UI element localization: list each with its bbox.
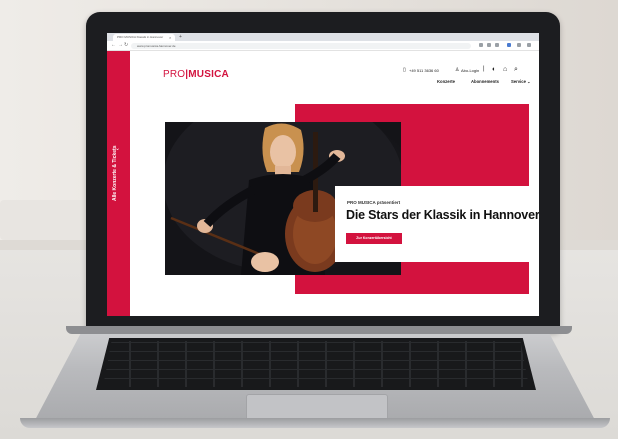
nav-service[interactable]: Service ⌄ (511, 79, 531, 84)
nav-konzerte[interactable]: Konzerte (437, 79, 455, 84)
website: ⌄ Alle Konzerte & Tickets PRO|MUSICA ▯ +… (107, 51, 539, 316)
new-tab-icon[interactable]: + (179, 34, 182, 41)
divider: | (483, 66, 485, 72)
keyboard-keys (103, 341, 529, 387)
concert-overview-button[interactable]: Zur Konzertübersicht (346, 233, 402, 244)
abo-login-link[interactable]: Abo-Login (461, 68, 479, 73)
phone-number[interactable]: +49 511 3636 60 (409, 68, 439, 73)
laptop-display: PRO MUSICA Klassik in Hannover × + ← → ↻… (107, 33, 539, 316)
hero-card: PRO MUSICA präsentiert Die Stars der Kla… (335, 186, 539, 262)
browser-tab[interactable]: PRO MUSICA Klassik in Hannover (113, 34, 175, 41)
tickets-sidebar[interactable]: ⌄ Alle Konzerte & Tickets (107, 51, 130, 316)
logo-musica: MUSICA (188, 69, 229, 80)
laptop-front-edge (20, 418, 610, 428)
background-shelf (0, 200, 90, 240)
hero-headline: Die Stars der Klassik in Hannover (346, 208, 539, 222)
search-icon[interactable]: ⌕ (514, 66, 518, 74)
reload-icon[interactable]: ↻ (124, 42, 128, 49)
laptop-hinge (66, 326, 572, 334)
profile-icon[interactable] (507, 43, 511, 47)
sidebar-label: Alle Konzerte & Tickets (112, 145, 118, 201)
extension-icon[interactable] (487, 43, 491, 47)
menu-icon[interactable] (527, 43, 531, 47)
browser-tab-bar: PRO MUSICA Klassik in Hannover × + (107, 33, 539, 41)
browser-tab-title: PRO MUSICA Klassik in Hannover (117, 35, 164, 39)
forward-icon[interactable]: → (118, 42, 123, 49)
back-icon[interactable]: ← (111, 42, 116, 49)
user-icon: ♙ (455, 67, 460, 73)
phone-icon: ▯ (403, 67, 406, 73)
hero-kicker: PRO MUSICA präsentiert (347, 200, 401, 205)
star-icon[interactable] (517, 43, 521, 47)
nav-abonnements[interactable]: Abonnements (471, 79, 499, 84)
close-icon[interactable]: × (169, 34, 171, 41)
extension-icon[interactable] (479, 43, 483, 47)
browser-address-bar: ← → ↻ www.promusica-hannover.de (107, 41, 539, 51)
url-field[interactable]: www.promusica-hannover.de (131, 42, 471, 49)
logo-pro: PRO (163, 69, 186, 80)
extension-icon[interactable] (495, 43, 499, 47)
contrast-icon[interactable]: ◐ (492, 66, 496, 73)
cart-icon[interactable]: ⌂ (503, 66, 507, 73)
logo[interactable]: PRO|MUSICA (163, 69, 229, 80)
